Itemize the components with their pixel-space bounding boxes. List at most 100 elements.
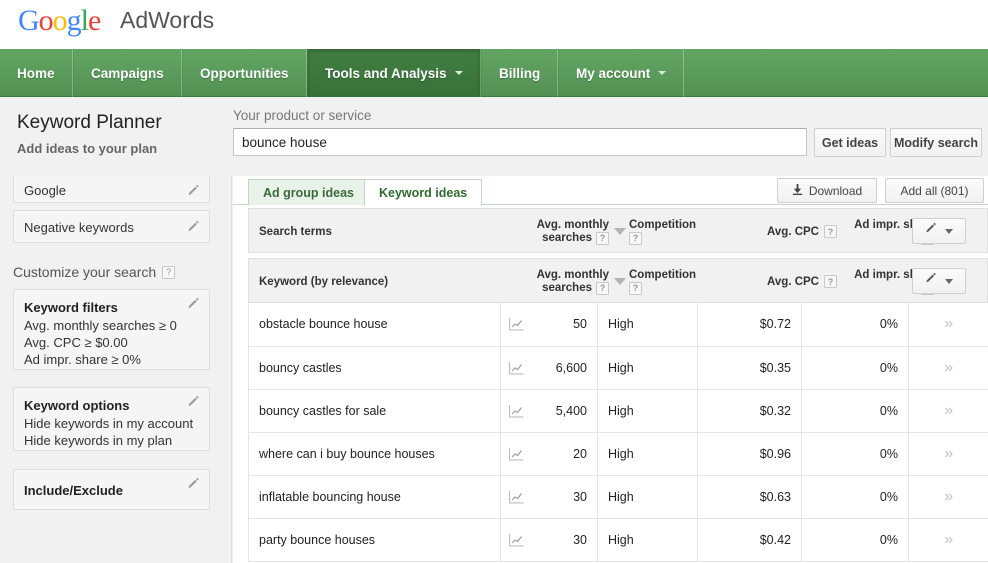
pencil-icon[interactable] [187, 395, 201, 409]
cell-avg-cpc: $0.72 [698, 303, 802, 346]
sidebar-card-keyword-filters[interactable]: Keyword filters Avg. monthly searches ≥ … [13, 289, 210, 370]
search-volume-trend-icon[interactable] [509, 404, 524, 417]
cell-ad-impr-share: 0% [802, 518, 909, 561]
pencil-icon [925, 222, 938, 240]
cell-add-action[interactable]: » [909, 475, 988, 518]
nav-item-billing[interactable]: Billing [481, 49, 558, 97]
table-row[interactable]: where can i buy bounce houses20High$0.96… [249, 432, 988, 475]
sort-descending-icon[interactable] [614, 228, 626, 235]
pencil-icon[interactable] [187, 297, 201, 311]
cell-volume-value: 30 [573, 490, 587, 504]
sidebar-card-keyword-options[interactable]: Keyword options Hide keywords in my acco… [13, 387, 210, 451]
edit-columns-dropdown[interactable] [912, 218, 966, 244]
nav-item-my-account[interactable]: My account [558, 49, 684, 97]
cell-volume-value: 50 [573, 317, 587, 331]
help-icon[interactable]: ? [596, 232, 609, 245]
product-name: AdWords [120, 7, 214, 34]
logo-letter-g: g [67, 4, 81, 37]
cell-add-action[interactable]: » [909, 303, 988, 346]
table-row[interactable]: inflatable bouncing house30High$0.630%» [249, 475, 988, 518]
pencil-icon [925, 272, 938, 290]
help-icon[interactable]: ? [596, 282, 609, 295]
cell-avg-cpc: $0.42 [698, 518, 802, 561]
add-to-plan-chevron-icon[interactable]: » [944, 315, 953, 332]
tab-label: Keyword ideas [379, 186, 467, 200]
add-to-plan-chevron-icon[interactable]: » [944, 488, 953, 505]
search-volume-trend-icon[interactable] [509, 447, 524, 460]
add-to-plan-chevron-icon[interactable]: » [944, 359, 953, 376]
sort-descending-icon[interactable] [614, 278, 626, 285]
sidebar: Google Negative keywords Customize your … [0, 176, 232, 563]
nav-item-home[interactable]: Home [0, 49, 73, 97]
pencil-icon[interactable] [187, 184, 201, 198]
nav-label: Billing [499, 66, 540, 81]
add-all-button[interactable]: Add all (801) [885, 178, 984, 203]
download-button[interactable]: Download [777, 178, 877, 203]
header-label: Avg. monthly searches ? [537, 269, 609, 295]
table-row[interactable]: party bounce houses30High$0.420%» [249, 518, 988, 561]
header-avg-monthly-searches[interactable]: Avg. monthly searches ? [504, 209, 609, 254]
chevron-down-icon [945, 279, 953, 284]
nav-item-campaigns[interactable]: Campaigns [73, 49, 182, 97]
google-logo[interactable]: Google [18, 4, 100, 38]
nav-item-tools-and-analysis[interactable]: Tools and Analysis [307, 49, 481, 97]
search-volume-trend-icon[interactable] [509, 533, 524, 546]
sidebar-card-negative-keywords[interactable]: Negative keywords [13, 210, 210, 243]
header-keyword-by-relevance[interactable]: Keyword (by relevance) [259, 259, 388, 304]
brand-bar: Google AdWords [0, 0, 988, 49]
adwords-keyword-planner-page: Google AdWords Home Campaigns Opportunit… [0, 0, 988, 563]
cell-volume-value: 6,600 [556, 361, 587, 375]
cell-add-action[interactable]: » [909, 346, 988, 389]
search-volume-trend-icon[interactable] [509, 361, 524, 374]
cell-keyword: inflatable bouncing house [249, 475, 501, 518]
add-all-label: Add all (801) [900, 184, 968, 198]
header-label: Keyword (by relevance) [259, 276, 388, 288]
search-volume-trend-icon[interactable] [509, 318, 524, 331]
nav-label: My account [576, 66, 650, 81]
edit-columns-dropdown[interactable] [912, 268, 966, 294]
pencil-icon[interactable] [187, 477, 201, 491]
modify-search-button[interactable]: Modify search [890, 128, 982, 157]
nav-label: Tools and Analysis [325, 66, 447, 81]
header-label-line2: searches [542, 232, 592, 245]
logo-letter-o1: o [39, 4, 53, 37]
include-exclude-title: Include/Exclude [14, 482, 209, 500]
add-to-plan-chevron-icon[interactable]: » [944, 445, 953, 462]
header-search-terms[interactable]: Search terms [259, 209, 332, 254]
help-icon[interactable]: ? [162, 266, 175, 279]
tab-strip: Ad group ideas Keyword ideas Download Ad… [233, 176, 988, 205]
help-icon[interactable]: ? [629, 232, 642, 245]
table-row[interactable]: obstacle bounce house50High$0.720%» [249, 303, 988, 346]
cell-avg-cpc: $0.63 [698, 475, 802, 518]
tab-ad-group-ideas[interactable]: Ad group ideas [248, 179, 369, 205]
cell-add-action[interactable]: » [909, 432, 988, 475]
cell-competition: High [598, 389, 698, 432]
nav-label: Home [17, 66, 55, 81]
cell-add-action[interactable]: » [909, 389, 988, 432]
search-input[interactable] [233, 128, 807, 156]
header-avg-monthly-searches[interactable]: Avg. monthly searches ? [504, 259, 609, 304]
get-ideas-button[interactable]: Get ideas [814, 128, 886, 157]
search-field-label: Your product or service [233, 108, 371, 123]
table-row[interactable]: bouncy castles for sale5,400High$0.320%» [249, 389, 988, 432]
header-competition[interactable]: Competition ? [629, 209, 696, 254]
search-volume-trend-icon[interactable] [509, 490, 524, 503]
sidebar-card-include-exclude[interactable]: Include/Exclude [13, 469, 210, 510]
add-to-plan-chevron-icon[interactable]: » [944, 402, 953, 419]
tab-keyword-ideas[interactable]: Keyword ideas [364, 179, 482, 206]
cell-competition: High [598, 346, 698, 389]
pencil-icon[interactable] [187, 220, 201, 234]
cell-ad-impr-share: 0% [802, 303, 909, 346]
header-competition[interactable]: Competition ? [629, 259, 696, 304]
header-label-line1: Avg. monthly [537, 219, 609, 232]
add-to-plan-chevron-icon[interactable]: » [944, 531, 953, 548]
cell-avg-monthly-searches: 5,400 [501, 389, 598, 432]
cell-add-action[interactable]: » [909, 518, 988, 561]
cell-avg-monthly-searches: 6,600 [501, 346, 598, 389]
sidebar-card-google[interactable]: Google [13, 176, 210, 203]
table-row[interactable]: bouncy castles6,600High$0.350%» [249, 346, 988, 389]
header-label: Competition ? [629, 269, 696, 295]
nav-item-opportunities[interactable]: Opportunities [182, 49, 307, 97]
logo-letter-o2: o [53, 4, 67, 37]
help-icon[interactable]: ? [629, 282, 642, 295]
